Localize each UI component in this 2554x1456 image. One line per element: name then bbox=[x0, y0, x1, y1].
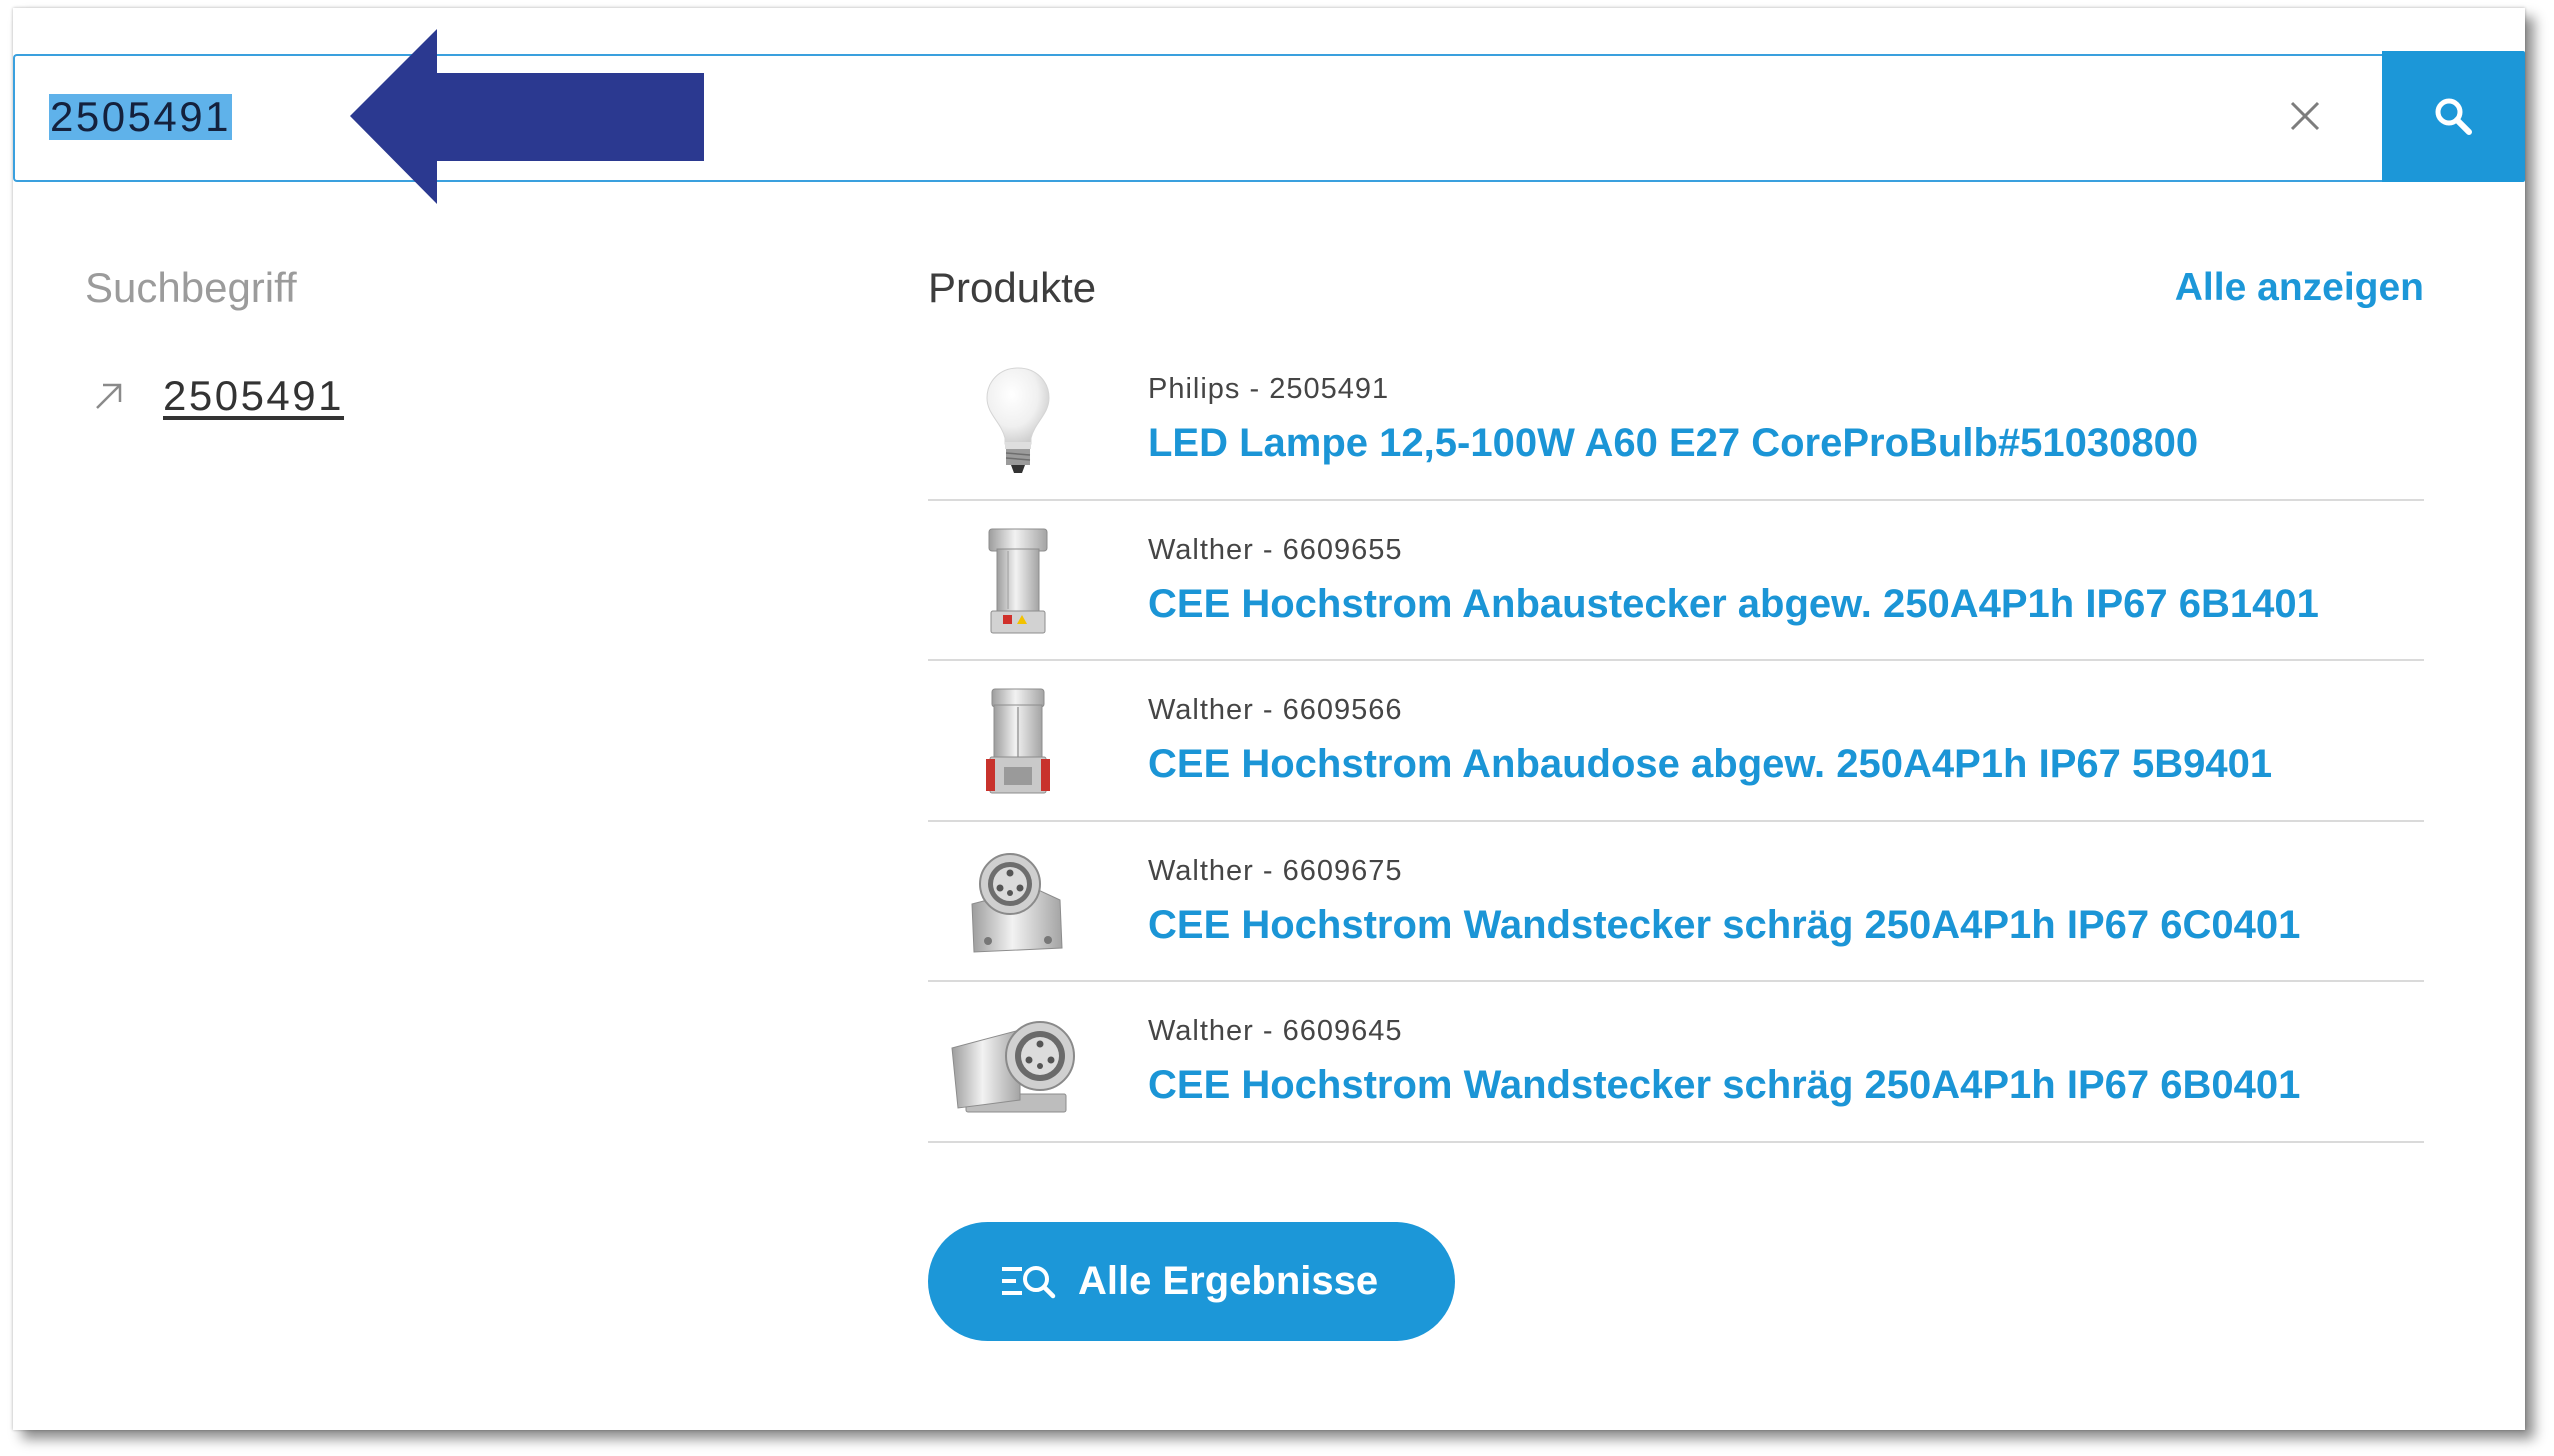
search-submit-button[interactable] bbox=[2382, 51, 2525, 182]
all-results-button[interactable]: Alle Ergebnisse bbox=[928, 1222, 1455, 1341]
products-heading: Produkte bbox=[928, 264, 1097, 311]
product-meta: Walther - 6609675 bbox=[1148, 854, 1403, 887]
arrow-up-right-icon[interactable] bbox=[93, 380, 125, 412]
search-list-icon bbox=[1002, 1266, 1056, 1299]
product-row[interactable]: Walther - 6609655 CEE Hochstrom Anbauste… bbox=[928, 501, 2424, 661]
cee-panel-plug-image[interactable] bbox=[948, 527, 1088, 637]
annotation-arrow-icon bbox=[350, 29, 704, 204]
product-meta: Walther - 6609566 bbox=[1148, 694, 1403, 726]
product-row[interactable]: Walther - 6609675 CEE Hochstrom Wandstec… bbox=[928, 822, 2424, 982]
product-list: Philips - 2505491 LED Lampe 12,5-100W A6… bbox=[928, 340, 2424, 1143]
product-title-link[interactable]: CEE Hochstrom Anbaudose abgew. 250A4P1h … bbox=[1148, 740, 2272, 788]
search-query-text[interactable]: 2505491 bbox=[49, 94, 233, 140]
cee-wall-plug-angled-image[interactable] bbox=[948, 848, 1088, 958]
product-meta: Walther - 6609645 bbox=[1148, 1015, 1403, 1047]
product-row[interactable]: Philips - 2505491 LED Lampe 12,5-100W A6… bbox=[928, 340, 2424, 501]
suggestion-label[interactable]: 2505491 bbox=[163, 371, 344, 421]
search-icon[interactable] bbox=[2433, 96, 2475, 138]
clear-search-button[interactable] bbox=[2288, 99, 2322, 133]
close-icon[interactable] bbox=[2288, 99, 2322, 133]
product-row[interactable]: Walther - 6609645 CEE Hochstrom Wandstec… bbox=[928, 982, 2424, 1143]
cee-panel-socket-image[interactable] bbox=[948, 687, 1088, 797]
product-title-link[interactable]: LED Lampe 12,5-100W A60 E27 CoreProBulb#… bbox=[1148, 419, 2198, 467]
search-dropdown-panel: 2505491 Suchbegriff 2505491 Produkte All… bbox=[13, 8, 2525, 1430]
product-meta: Philips - 2505491 bbox=[1148, 373, 1390, 405]
all-results-label[interactable]: Alle Ergebnisse bbox=[1078, 1222, 1378, 1341]
cee-wall-plug-angled-image[interactable] bbox=[948, 1008, 1088, 1118]
show-all-products-link[interactable]: Alle anzeigen bbox=[2175, 263, 2424, 313]
product-meta: Walther - 6609655 bbox=[1148, 533, 1403, 566]
product-title-link[interactable]: CEE Hochstrom Wandstecker schräg 250A4P1… bbox=[1148, 901, 2300, 949]
led-bulb-image[interactable] bbox=[948, 366, 1088, 476]
product-row[interactable]: Walther - 6609566 CEE Hochstrom Anbaudos… bbox=[928, 661, 2424, 822]
product-title-link[interactable]: CEE Hochstrom Anbaustecker abgew. 250A4P… bbox=[1148, 580, 2319, 628]
product-title-link[interactable]: CEE Hochstrom Wandstecker schräg 250A4P1… bbox=[1148, 1061, 2300, 1109]
suggestion-item[interactable]: 2505491 bbox=[93, 371, 373, 421]
suggestions-heading: Suchbegriff bbox=[85, 264, 297, 311]
